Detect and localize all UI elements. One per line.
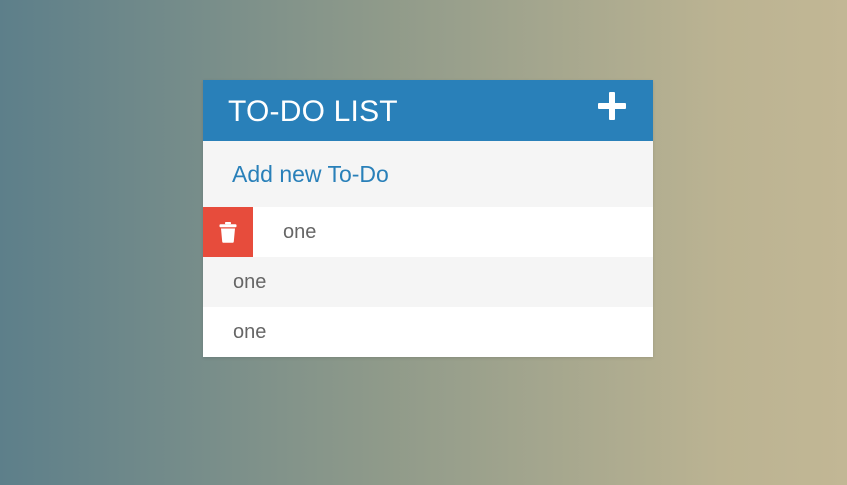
new-todo-input[interactable] (232, 160, 612, 188)
delete-button[interactable] (203, 207, 253, 257)
plus-icon-vertical (609, 91, 615, 120)
todo-header: TO-DO LIST (203, 80, 653, 141)
list-item-text: one (283, 220, 317, 243)
list-item-text: one (233, 320, 267, 343)
new-todo-row (203, 141, 653, 207)
trash-icon (219, 221, 237, 243)
todo-list: one one one (203, 207, 653, 357)
plus-icon[interactable] (598, 91, 626, 120)
list-item[interactable]: one (203, 257, 653, 307)
page-title: TO-DO LIST (228, 94, 398, 128)
list-item[interactable]: one (203, 207, 653, 257)
list-item-text: one (233, 270, 267, 293)
list-item[interactable]: one (203, 307, 653, 357)
todo-card: TO-DO LIST one one one (203, 80, 653, 357)
